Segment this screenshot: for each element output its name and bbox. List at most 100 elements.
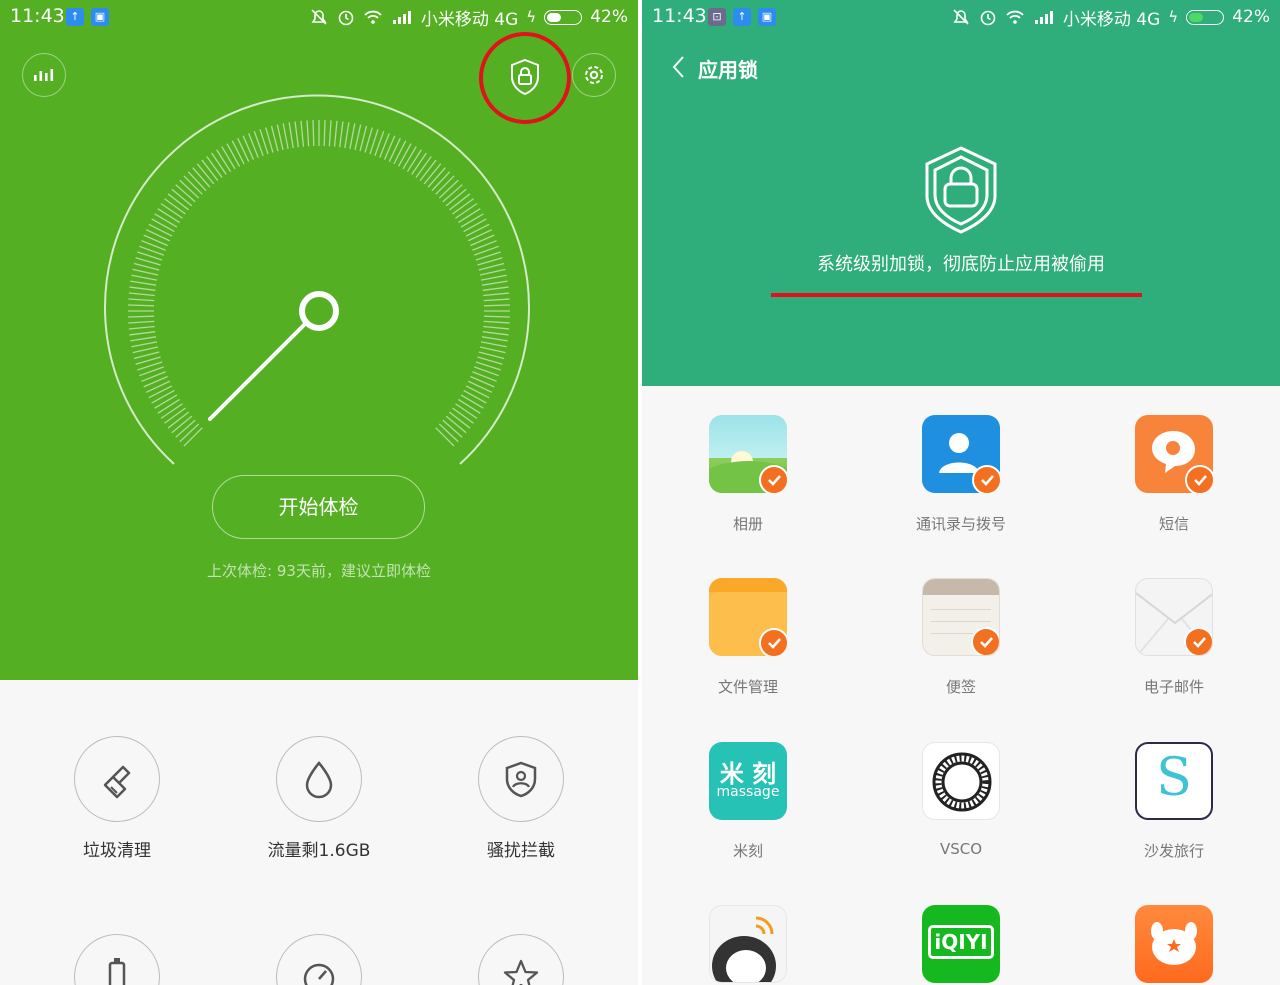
gauge-tick bbox=[237, 137, 250, 162]
couchsurfing-icon: S bbox=[1135, 742, 1213, 820]
gauge-tick bbox=[157, 398, 181, 414]
gauge-tick bbox=[455, 203, 478, 219]
gauge-tick bbox=[129, 331, 156, 336]
gauge-tick bbox=[483, 292, 510, 297]
check-icon bbox=[759, 465, 787, 493]
carrier-label: 小米移动 4G bbox=[1062, 9, 1161, 30]
app-item-vsco[interactable]: VSCO bbox=[861, 742, 1061, 858]
mute-icon bbox=[953, 9, 969, 25]
gauge-tick bbox=[423, 163, 442, 185]
start-check-button[interactable]: 开始体检 bbox=[212, 475, 425, 539]
messages-icon bbox=[1135, 415, 1213, 493]
gauge-tick bbox=[393, 140, 407, 165]
gauge-tick bbox=[133, 351, 160, 360]
app-label: 便签 bbox=[945, 678, 976, 696]
gauge-tick bbox=[339, 121, 344, 148]
check-icon bbox=[1184, 627, 1212, 655]
app-item-penguin[interactable] bbox=[648, 905, 848, 983]
annotation-underline bbox=[771, 293, 1142, 297]
gauge-tick bbox=[196, 163, 215, 185]
app-label: 米刻 bbox=[732, 842, 763, 860]
gauge-tick bbox=[359, 125, 368, 152]
gauge-tick bbox=[383, 135, 396, 160]
app-item-contacts[interactable]: 通讯录与拨号 bbox=[861, 415, 1061, 534]
status-right: 小米移动 4G ϟ 42% bbox=[951, 6, 1270, 30]
gauge-tick bbox=[465, 385, 490, 399]
gauge-tick bbox=[183, 427, 203, 447]
gauge-tick bbox=[479, 346, 506, 354]
gauge-tick bbox=[479, 268, 506, 276]
tool-favorite[interactable] bbox=[436, 934, 606, 985]
app-item-gallery[interactable]: 相册 bbox=[648, 415, 848, 534]
gauge-tick bbox=[460, 213, 484, 228]
broom-icon bbox=[103, 765, 131, 799]
mi-bunny-icon bbox=[1135, 905, 1213, 983]
gauge-tick bbox=[448, 411, 471, 429]
penguin-app-icon bbox=[709, 905, 787, 983]
app-label: 相册 bbox=[732, 515, 763, 533]
gauge-tick bbox=[128, 325, 155, 330]
tool-spam-block[interactable]: 骚扰拦截 bbox=[436, 736, 606, 861]
status-bar: 11:43 ⊡ ↑ ▣ 小米移动 4G ϟ 42% bbox=[642, 0, 1280, 34]
gauge-tick bbox=[438, 423, 459, 443]
tool-cleaner[interactable]: 垃圾清理 bbox=[32, 736, 202, 861]
wifi-icon bbox=[1006, 10, 1024, 24]
back-arrow-icon[interactable] bbox=[670, 54, 688, 80]
gauge-tick bbox=[157, 208, 181, 224]
gauge-tick bbox=[460, 394, 484, 409]
gauge-tick bbox=[151, 218, 175, 233]
shield-user-icon bbox=[505, 761, 537, 798]
app-item-files[interactable]: 文件管理 bbox=[648, 578, 848, 697]
gauge-tick bbox=[276, 124, 284, 151]
gauge-tick bbox=[435, 427, 455, 447]
gauge-tick bbox=[171, 415, 193, 434]
gauge-tick bbox=[167, 193, 190, 211]
app-label: 文件管理 bbox=[717, 678, 778, 696]
gauge-tick bbox=[231, 140, 245, 165]
tool-battery[interactable] bbox=[32, 934, 202, 985]
app-item-mi-home[interactable] bbox=[1074, 905, 1274, 983]
gauge-tick bbox=[463, 218, 487, 233]
gauge-tick bbox=[427, 167, 446, 188]
app-item-mike[interactable]: 米 刻 massage 米刻 bbox=[648, 742, 848, 861]
app-item-couchsurfing[interactable]: S 沙发旅行 bbox=[1074, 742, 1274, 861]
health-check-panel: 11:43 ↑ ▣ 小米移动 4G ϟ 42% 开始体检 上次体检: 93天前，… bbox=[0, 0, 638, 680]
health-gauge bbox=[104, 94, 530, 465]
gauge-tick bbox=[179, 179, 200, 199]
gauge-tick bbox=[154, 394, 178, 409]
app-item-iqiyi[interactable]: iQIYI bbox=[861, 905, 1061, 983]
gauge-tick bbox=[145, 380, 170, 393]
upload-icon: ↑ bbox=[733, 8, 751, 26]
tool-data-usage[interactable]: 流量剩1.6GB bbox=[234, 736, 404, 861]
gauge-tick bbox=[143, 375, 168, 388]
gauge-tick bbox=[483, 315, 510, 318]
gauge-tick bbox=[349, 123, 356, 150]
app-item-email[interactable]: 电子邮件 bbox=[1074, 578, 1274, 697]
gauge-tick bbox=[468, 380, 493, 393]
gauge-tick bbox=[221, 146, 236, 170]
gauge-tick bbox=[183, 175, 203, 195]
gauge-tick bbox=[306, 120, 310, 147]
gauge-tick bbox=[131, 341, 158, 348]
timer-icon-wrap bbox=[276, 934, 362, 985]
gauge-tick bbox=[143, 234, 168, 247]
gauge-tick bbox=[154, 213, 178, 228]
alarm-icon bbox=[980, 10, 996, 26]
gauge-tick bbox=[179, 423, 200, 443]
gauge-tick bbox=[483, 320, 510, 324]
gauge-tick bbox=[402, 146, 417, 170]
gauge-tick bbox=[328, 120, 332, 147]
shield-user-icon-wrap bbox=[478, 736, 564, 822]
app-item-messages[interactable]: 短信 bbox=[1074, 415, 1274, 534]
tool-speedup[interactable] bbox=[234, 934, 404, 985]
gauge-tick bbox=[431, 171, 451, 192]
gauge-tick bbox=[388, 137, 401, 162]
gauge-tick bbox=[478, 262, 505, 271]
gauge-tick bbox=[448, 193, 471, 211]
gauge-tick bbox=[435, 175, 455, 195]
app-label: 短信 bbox=[1158, 515, 1189, 533]
gauge-tick bbox=[128, 320, 155, 324]
app-item-notes[interactable]: 便签 bbox=[861, 578, 1061, 697]
last-check-text: 上次体检: 93天前，建议立即体检 bbox=[207, 562, 431, 580]
files-icon bbox=[709, 578, 787, 656]
